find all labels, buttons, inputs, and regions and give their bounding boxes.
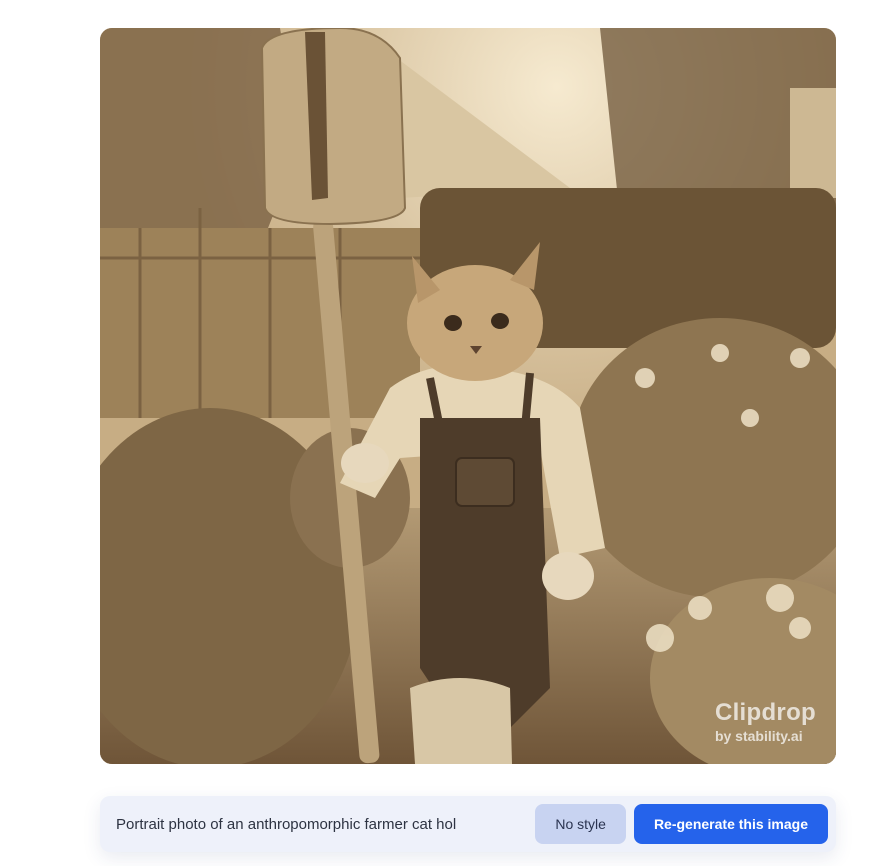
watermark-brand: Clipdrop bbox=[714, 699, 816, 726]
prompt-text[interactable]: Portrait photo of an anthropomorphic far… bbox=[116, 816, 521, 833]
watermark-byline: by stability.ai bbox=[714, 728, 803, 744]
style-button[interactable]: No style bbox=[535, 804, 626, 844]
prompt-bar: Portrait photo of an anthropomorphic far… bbox=[100, 796, 836, 852]
regenerate-button[interactable]: Re-generate this image bbox=[633, 804, 828, 844]
generated-image[interactable]: Clipdrop by stability.ai bbox=[100, 28, 836, 764]
clipdrop-watermark: Clipdrop by stability.ai bbox=[714, 699, 816, 745]
cat-farmer-illustration bbox=[100, 28, 836, 764]
